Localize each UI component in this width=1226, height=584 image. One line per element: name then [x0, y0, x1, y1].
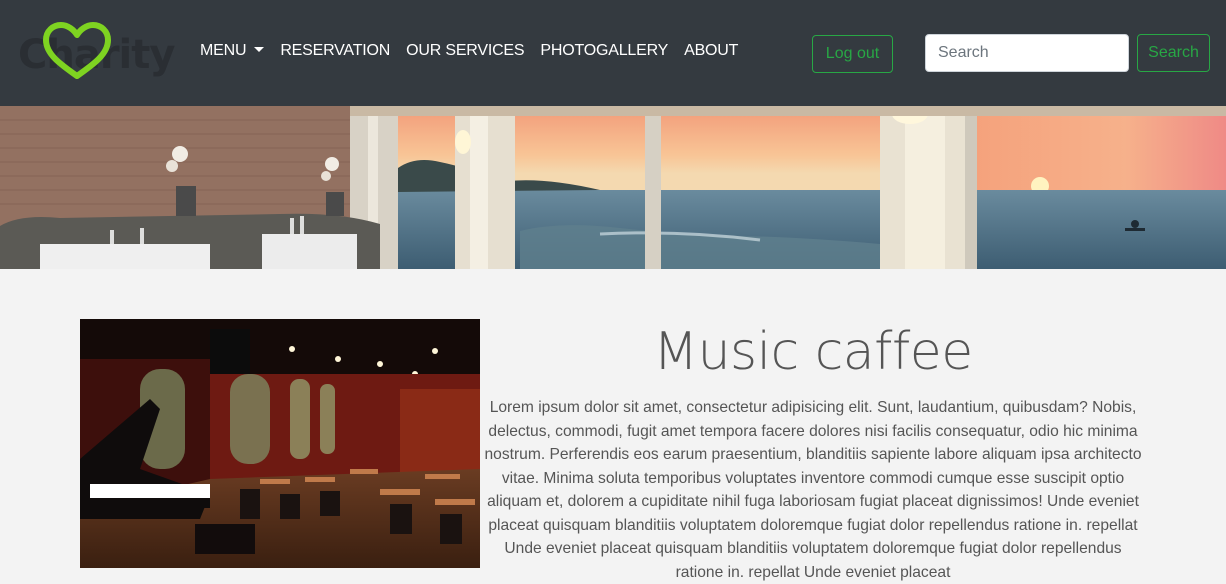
- nav-reservation[interactable]: RESERVATION: [280, 42, 390, 60]
- nav-photogallery[interactable]: PHOTOGALLERY: [540, 42, 668, 60]
- nav-our-services[interactable]: OUR SERVICES: [406, 42, 524, 60]
- caret-down-icon: [254, 47, 265, 52]
- music-cafe-photo: [80, 319, 480, 568]
- search-button[interactable]: Search: [1137, 34, 1210, 72]
- page-title: Music caffee: [653, 322, 973, 382]
- search-input[interactable]: [925, 34, 1129, 72]
- description-text: Lorem ipsum dolor sit amet, consectetur …: [484, 399, 1142, 581]
- nav-menu-dropdown[interactable]: MENU: [200, 42, 265, 60]
- main-nav: MENU RESERVATION OUR SERVICES PHOTOGALLE…: [200, 42, 754, 60]
- hero-banner-image: [0, 106, 1226, 269]
- nav-about[interactable]: ABOUT: [684, 42, 738, 60]
- logout-button[interactable]: Log out: [812, 35, 893, 73]
- nav-menu-label: MENU: [200, 42, 247, 59]
- logo[interactable]: Charity: [18, 22, 175, 84]
- heart-icon: [43, 22, 111, 79]
- navbar: Charity MENU RESERVATION OUR SERVICES PH…: [0, 0, 1226, 106]
